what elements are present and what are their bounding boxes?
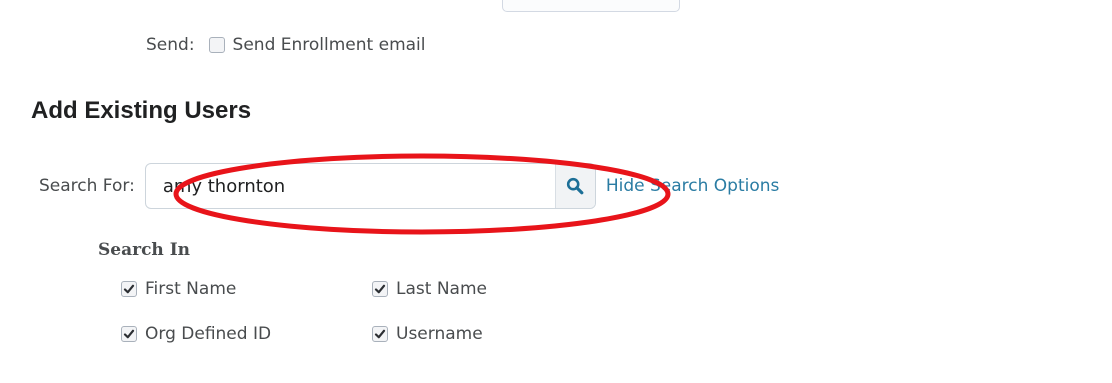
last-name-checkbox[interactable] [372, 281, 388, 297]
first-name-checkbox[interactable] [121, 281, 137, 297]
org-defined-id-checkbox[interactable] [121, 326, 137, 342]
org-defined-id-label[interactable]: Org Defined ID [145, 324, 271, 344]
search-box [144, 163, 596, 209]
first-name-label[interactable]: First Name [145, 279, 236, 299]
hide-search-options-link[interactable]: Hide Search Options [606, 176, 780, 196]
search-button[interactable] [554, 164, 595, 208]
option-username: Username [372, 323, 483, 345]
search-for-label: Search For: [39, 176, 135, 196]
search-in-title: Search In [98, 240, 191, 260]
search-input[interactable] [145, 164, 555, 208]
last-name-label[interactable]: Last Name [396, 279, 487, 299]
send-enrollment-label[interactable]: Send Enrollment email [233, 35, 426, 55]
send-enrollment-row: Send: Send Enrollment email [146, 33, 426, 57]
send-label: Send: [146, 35, 195, 55]
option-last-name: Last Name [372, 278, 487, 300]
checkmark-icon [374, 284, 386, 294]
search-icon [567, 177, 584, 195]
option-first-name: First Name [121, 278, 236, 300]
search-row: Search For: Hide Search Options [39, 163, 779, 209]
username-checkbox[interactable] [372, 326, 388, 342]
dropdown-edge [502, 0, 680, 12]
option-org-defined-id: Org Defined ID [121, 323, 271, 345]
username-label[interactable]: Username [396, 324, 483, 344]
checkmark-icon [123, 284, 135, 294]
checkmark-icon [123, 329, 135, 339]
send-enrollment-checkbox[interactable] [208, 37, 225, 53]
checkmark-icon [374, 329, 386, 339]
add-existing-users-title: Add Existing Users [31, 97, 252, 124]
